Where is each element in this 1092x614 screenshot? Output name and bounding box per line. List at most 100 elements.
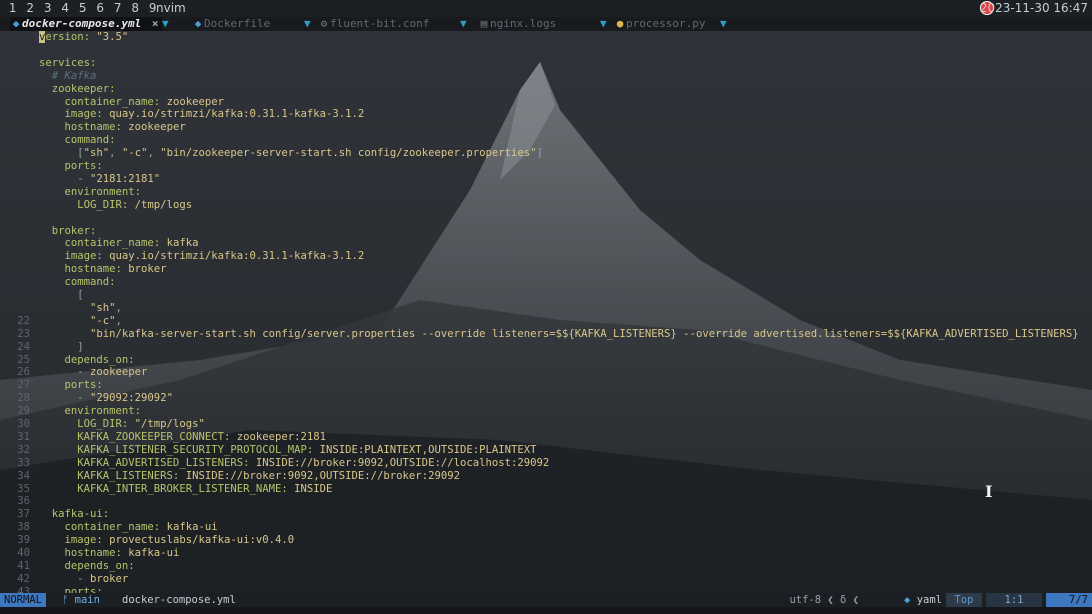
line-content: services:	[39, 57, 96, 70]
tab-label: processor.py	[626, 17, 706, 30]
workspace-6[interactable]: 6	[92, 1, 110, 15]
workspace-1[interactable]: 1	[4, 1, 22, 15]
line-number: 33	[17, 456, 30, 469]
line-content: [	[39, 289, 84, 302]
code-token: ,	[115, 301, 122, 314]
tab-fluent-bit[interactable]: ⚙ fluent-bit.conf	[318, 17, 430, 31]
line-content: KAFKA_LISTENER_SECURITY_PROTOCOL_MAP: IN…	[39, 443, 536, 457]
code-token: hostname:	[39, 547, 129, 559]
docker-icon: ◆	[12, 17, 20, 30]
code-token: image:	[39, 250, 110, 263]
code-token: KAFKA_ADVERTISED_LISTENERS:	[39, 456, 256, 469]
code-token: ]	[39, 340, 84, 353]
line-number: 31	[17, 430, 30, 443]
line-number: 35	[17, 482, 30, 495]
code-token: kafka	[166, 237, 199, 250]
code-token: /tmp/logs	[134, 198, 193, 211]
code-token: command:	[39, 134, 116, 147]
code-token: broker	[128, 263, 167, 276]
code-token: "bin/zookeeper-server-start.sh config/zo…	[160, 147, 537, 160]
line-number: 32	[17, 443, 30, 456]
code-token: container_name:	[39, 237, 167, 250]
line-content: kafka-ui:	[39, 508, 109, 521]
line-content: "-c",	[39, 315, 122, 328]
code-token: [	[39, 147, 84, 160]
tab-separator: ▼	[162, 17, 169, 30]
code-token: provectuslabs/kafka-ui:v0.4.0	[109, 534, 295, 547]
line-number: 28	[17, 392, 30, 405]
code-token: ,	[115, 314, 122, 327]
workspace-bar: 1 2 3 4 5 6 7 8 9 nvim 2023-11-30 16:47	[0, 0, 1092, 17]
code-token: "-c"	[121, 147, 148, 160]
code-token: -	[39, 172, 91, 185]
code-token: "sh"	[83, 147, 110, 160]
code-token: KAFKA_LISTENER_SECURITY_PROTOCOL_MAP:	[39, 443, 320, 456]
line-content: hostname: zookeeper	[39, 121, 186, 134]
code-token: kafka-ui	[128, 547, 180, 559]
line-content: KAFKA_LISTENERS: INSIDE://broker:9092,OU…	[39, 470, 460, 483]
tab-separator: ▼	[304, 17, 311, 30]
editor-buffer[interactable]: version: "3.5" services: # Kafka zookeepe…	[0, 31, 1092, 598]
statusline: NORMAL ᚠ main docker-compose.yml utf-8 ❮…	[0, 593, 1092, 607]
code-token: broker:	[39, 224, 97, 237]
clock: 2023-11-30 16:47	[979, 1, 1088, 15]
workspace-8[interactable]: 8	[127, 1, 145, 15]
tab-nginx-logs[interactable]: ▤ nginx.logs	[478, 17, 557, 31]
line-content: image: quay.io/strimzi/kafka:0.31.1-kafk…	[39, 250, 365, 263]
python-icon: ●	[616, 17, 624, 30]
workspace-list: 1 2 3 4 5 6 7 8 9	[4, 1, 162, 15]
code-token: container_name:	[39, 95, 167, 108]
tab-processor-py[interactable]: ● processor.py	[614, 17, 706, 31]
code-token: "29092:29092"	[90, 392, 173, 405]
cursor-position: 1:1	[986, 593, 1042, 607]
line-number: 34	[17, 469, 30, 482]
code-token: hostname:	[39, 121, 129, 134]
workspace-5[interactable]: 5	[74, 1, 92, 15]
code-token: zookeeper:2181	[236, 430, 327, 443]
yaml-icon: ◆	[904, 594, 917, 606]
line-content: ]	[39, 340, 84, 354]
close-icon[interactable]: ×	[152, 17, 159, 30]
line-number: 27	[17, 379, 30, 392]
line-number: 26	[17, 366, 30, 379]
code-token: LOG_DIR:	[39, 418, 135, 430]
code-token: "sh"	[90, 301, 116, 314]
line-content: LOG_DIR: /tmp/logs	[39, 199, 192, 212]
code-token: "-c"	[90, 314, 116, 327]
code-token: [	[39, 289, 84, 301]
line-content: image: quay.io/strimzi/kafka:0.31.1-kafk…	[39, 108, 365, 121]
tab-dockerfile[interactable]: ◆ Dockerfile	[192, 17, 271, 31]
diff-icon: δ	[840, 594, 847, 606]
line-number: 24	[17, 340, 30, 353]
code-token: command:	[39, 276, 116, 289]
code-token: environment:	[39, 185, 142, 198]
workspace-3[interactable]: 3	[39, 1, 57, 15]
line-number: 41	[17, 559, 30, 572]
line-number: 22	[17, 314, 30, 327]
line-content: - broker	[39, 573, 128, 586]
line-content: KAFKA_ADVERTISED_LISTENERS: INSIDE://bro…	[39, 457, 549, 470]
git-branch: ᚠ main	[62, 593, 100, 607]
code-token: -	[39, 392, 91, 405]
line-content: container_name: kafka-ui	[39, 521, 218, 534]
line-content: "sh",	[39, 302, 122, 315]
line-number: 42	[17, 572, 30, 585]
workspace-2[interactable]: 2	[22, 1, 40, 15]
line-content: depends_on:	[39, 354, 135, 367]
code-token: quay.io/strimzi/kafka:0.31.1-kafka-3.1.2	[109, 108, 365, 121]
code-token: KAFKA_INTER_BROKER_LISTENER_NAME:	[39, 482, 295, 495]
workspace-7[interactable]: 7	[109, 1, 127, 15]
filetype: ◆ yaml	[904, 593, 942, 607]
command-line[interactable]	[0, 607, 1092, 614]
code-token: "3.5"	[96, 31, 129, 43]
tab-docker-compose[interactable]: ◆ docker-compose.yml ×	[10, 17, 162, 31]
code-token: KAFKA_LISTENERS:	[39, 469, 186, 482]
tab-separator: ▼	[720, 17, 727, 30]
line-content: - "2181:2181"	[39, 173, 160, 186]
code-token: zookeeper	[166, 95, 224, 108]
code-token: LOG_DIR:	[39, 198, 135, 211]
document-icon: ▤	[480, 17, 488, 30]
workspace-4[interactable]: 4	[57, 1, 75, 15]
text-cursor-icon: I	[985, 482, 993, 501]
